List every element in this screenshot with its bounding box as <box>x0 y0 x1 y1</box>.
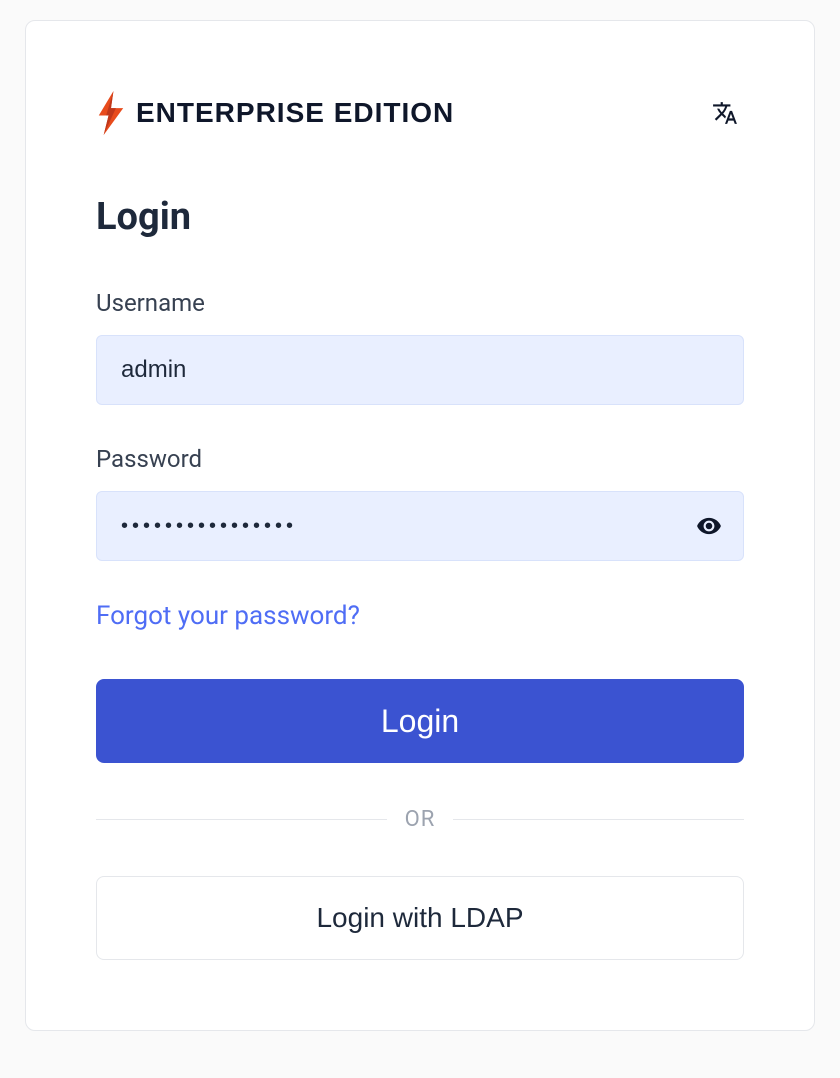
username-input[interactable] <box>96 335 744 405</box>
password-label: Password <box>96 445 744 473</box>
eye-icon <box>696 513 722 539</box>
page-title: Login <box>96 195 744 239</box>
password-input[interactable] <box>96 491 744 561</box>
divider-line-left <box>96 819 387 820</box>
toggle-password-visibility-button[interactable] <box>690 507 728 545</box>
brand-name: ENTERPRISE EDITION <box>136 97 454 129</box>
divider: OR <box>96 807 744 832</box>
password-input-wrap <box>96 491 744 561</box>
username-label: Username <box>96 289 744 317</box>
forgot-password-link[interactable]: Forgot your password? <box>96 601 360 631</box>
username-input-wrap <box>96 335 744 405</box>
password-field: Password <box>96 445 744 561</box>
language-button[interactable] <box>706 94 744 132</box>
divider-text: OR <box>405 807 436 832</box>
brand-logo: ENTERPRISE EDITION <box>96 91 454 135</box>
username-field: Username <box>96 289 744 405</box>
login-button[interactable]: Login <box>96 679 744 763</box>
bolt-icon <box>96 91 126 135</box>
login-card: ENTERPRISE EDITION Login Username Passwo… <box>25 20 815 1031</box>
login-with-ldap-button[interactable]: Login with LDAP <box>96 876 744 960</box>
divider-line-right <box>453 819 744 820</box>
header-row: ENTERPRISE EDITION <box>96 91 744 135</box>
translate-icon <box>712 100 738 126</box>
